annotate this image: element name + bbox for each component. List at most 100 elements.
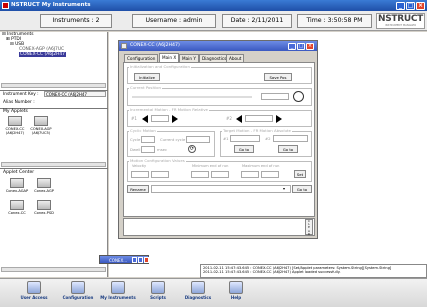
applets-scrollbar[interactable] — [1, 162, 106, 167]
instrument-icon — [10, 200, 24, 210]
scripts-icon — [151, 281, 165, 294]
user-access-button[interactable]: User Access — [16, 281, 52, 300]
applet-agp[interactable]: CONEX-AGP (A6J7UC5) — [29, 116, 53, 135]
jog-right-icon[interactable] — [172, 115, 178, 123]
position-slider-track[interactable] — [132, 96, 252, 98]
cycle-start-icon[interactable]: ⟳ — [188, 145, 196, 153]
clear-button[interactable]: C L E A R — [305, 219, 313, 235]
instrument-icon — [34, 116, 48, 126]
goto2-button[interactable]: Go to — [278, 145, 298, 153]
msec-label: msec — [157, 147, 168, 152]
diagnostics-button[interactable]: Diagnostics — [180, 281, 216, 300]
close-button[interactable]: × — [416, 1, 425, 10]
tab-main-x[interactable]: Main X — [159, 53, 180, 62]
min-end-field-2[interactable] — [211, 171, 229, 178]
cyclic-label: Cyclic Motion — [129, 128, 157, 133]
dialog-minimize-button[interactable]: _ — [288, 42, 296, 50]
restore-icon[interactable] — [132, 257, 137, 263]
target1-field[interactable] — [230, 135, 260, 142]
conex-dialog: CONEX-CC (A6J2H47) _ □ × Configuration M… — [118, 40, 318, 239]
instrument-icon — [10, 178, 24, 188]
maximize-button[interactable]: □ — [406, 1, 415, 10]
target2-field[interactable] — [273, 135, 308, 142]
max-end-field-2[interactable] — [261, 171, 279, 178]
date-display: Date : 2/11/2011 — [222, 14, 292, 28]
main-x-panel: Initialization and Configuration Initial… — [123, 62, 315, 217]
step1-field[interactable] — [151, 115, 169, 122]
cycle-label: Cycle — [130, 137, 141, 142]
diagnostics-icon — [191, 281, 205, 294]
status-indicator-icon — [293, 91, 304, 102]
jog2-right-icon[interactable] — [276, 115, 282, 123]
tree-scrollbar[interactable] — [1, 83, 106, 88]
minimized-window[interactable]: CONEX... — [99, 255, 149, 264]
chevron-down-icon: ▾ — [283, 186, 286, 191]
tree-node-cc[interactable]: CONEX-CC (A6J2H47 — [19, 52, 66, 57]
info-bar: Instruments : 2 Username : admin Date : … — [0, 11, 427, 31]
dialog-titlebar: CONEX-CC (A6J2H47) _ □ × — [119, 41, 317, 51]
applet-center-header: Applet Center — [3, 170, 35, 175]
my-instruments-button[interactable]: My Instruments — [100, 281, 136, 300]
velocity-field[interactable] — [131, 171, 149, 178]
window-titlebar: NSTRUCT My Instruments _ □ × — [0, 0, 427, 11]
bottom-toolbar: User Access Configuration My Instruments… — [0, 278, 427, 307]
center-psd[interactable]: Conex-PSD — [32, 200, 56, 215]
maximize-icon[interactable] — [138, 257, 143, 263]
current-cycle-label: Current cycle — [160, 137, 186, 142]
left-pane: ⊟ Instruments ⊞ PTDI ⊟ USB CONEX-AGP (A6… — [0, 32, 108, 277]
instrument-icon — [8, 116, 22, 126]
current-cycle-field — [186, 136, 210, 143]
velocity-field-2[interactable] — [151, 171, 169, 178]
configuration-button[interactable]: Configuration — [60, 281, 96, 300]
jog2-left-icon[interactable] — [236, 115, 242, 123]
init-group-label: Initialization and Configuration — [129, 64, 191, 69]
instrument-count: Instruments : 2 — [40, 14, 112, 28]
window-icon — [121, 43, 127, 49]
my-applets-header: My Applets — [3, 109, 28, 114]
rename-button[interactable]: Rename — [127, 185, 149, 193]
current-position-label: Current Position — [129, 85, 162, 90]
tab-configuration[interactable]: Configuration — [124, 54, 159, 62]
position-field — [261, 93, 289, 100]
center-cc[interactable]: Conex-CC — [5, 200, 29, 215]
set-button[interactable]: Set — [294, 170, 306, 178]
dwell-field[interactable] — [141, 146, 155, 153]
configuration-icon — [71, 281, 85, 294]
center-scrollbar[interactable] — [1, 267, 106, 272]
close-icon[interactable] — [144, 257, 149, 263]
center-agap[interactable]: Conex-AGAP — [5, 178, 29, 193]
dialog-close-button[interactable]: × — [306, 42, 314, 50]
save-pos-button[interactable]: Save Pos — [264, 73, 292, 81]
goto3-button[interactable]: Go to — [292, 185, 312, 193]
dwell-label: Dwell — [130, 147, 141, 152]
goto1-button[interactable]: Go to — [234, 145, 254, 153]
min-end-field[interactable] — [191, 171, 209, 178]
instrument-key-label: Instrument Key : — [3, 92, 39, 97]
command-dropdown[interactable] — [151, 185, 291, 193]
help-button[interactable]: Help — [218, 281, 254, 300]
initialize-button[interactable]: Initialize — [134, 73, 160, 81]
tab-main-y[interactable]: Main Y — [179, 54, 199, 62]
scripts-button[interactable]: Scripts — [140, 281, 176, 300]
cycle-field[interactable] — [141, 136, 155, 143]
tab-diagnostics[interactable]: Diagnostics — [199, 54, 230, 62]
user-access-icon — [27, 281, 41, 294]
time-display: Time : 3:50:58 PM — [297, 14, 372, 28]
instrument-icon — [37, 178, 51, 188]
max-end-field[interactable] — [241, 171, 259, 178]
instrument-icon — [37, 200, 51, 210]
minimize-button[interactable]: _ — [396, 1, 405, 10]
dialog-maximize-button[interactable]: □ — [297, 42, 305, 50]
min-end-label: Minimum end of run — [192, 164, 229, 168]
center-agp[interactable]: Conex-AGP — [32, 178, 56, 193]
username-display: Username : admin — [132, 14, 216, 28]
instrument-key-value: CONEX-CC (A6J2H47 — [44, 91, 106, 97]
alias-number-label: Alias Number : — [3, 100, 35, 105]
applet-cc[interactable]: CONEX-CC (A6J2H47) — [3, 116, 27, 135]
motion-config-label: Motion Configuration Values — [129, 158, 186, 163]
cyclic-group — [127, 131, 215, 157]
tab-about[interactable]: About — [226, 54, 245, 62]
log-line: 2011-02-11 15:47:43.645 : CONEX-CC (A6J2… — [203, 270, 341, 275]
jog-left-icon[interactable] — [142, 115, 148, 123]
step2-field[interactable] — [245, 115, 273, 122]
